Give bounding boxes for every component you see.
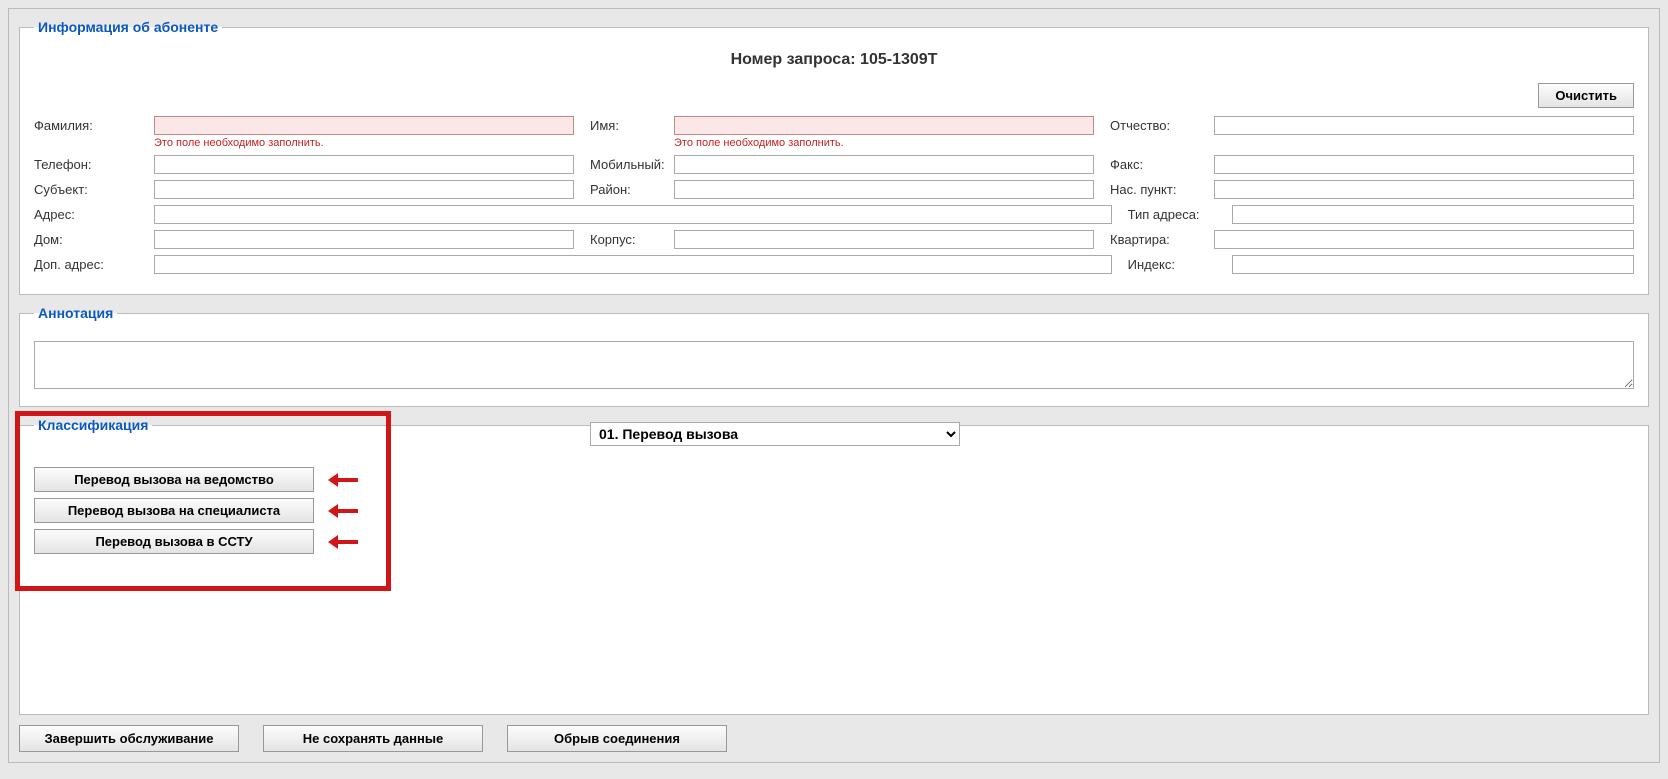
annotation-fieldset: Аннотация: [19, 305, 1649, 407]
label-house: Дом:: [34, 230, 154, 247]
arrow-left-icon: [328, 475, 358, 485]
transfer-to-specialist-button[interactable]: Перевод вызова на специалиста: [34, 498, 314, 523]
clear-button[interactable]: Очистить: [1538, 83, 1634, 108]
name-error: Это поле необходимо заполнить.: [674, 137, 1094, 149]
addr-type-input[interactable]: [1232, 205, 1634, 224]
transfer-to-dept-button[interactable]: Перевод вызова на ведомство: [34, 467, 314, 492]
house-input[interactable]: [154, 230, 574, 249]
locality-input[interactable]: [1214, 180, 1634, 199]
building-input[interactable]: [674, 230, 1094, 249]
surname-error: Это поле необходимо заполнить.: [154, 137, 574, 149]
subscriber-form: Фамилия: Это поле необходимо заполнить. …: [34, 116, 1634, 274]
mobile-input[interactable]: [674, 155, 1094, 174]
label-surname: Фамилия:: [34, 116, 154, 133]
arrow-left-icon: [328, 537, 358, 547]
classification-legend: Классификация: [34, 417, 152, 433]
patronymic-input[interactable]: [1214, 116, 1634, 135]
classification-fieldset: Классификация 01. Перевод вызова Перевод…: [19, 417, 1649, 715]
district-input[interactable]: [674, 180, 1094, 199]
label-addr-type: Тип адреса:: [1112, 205, 1232, 222]
label-flat: Квартира:: [1094, 230, 1214, 247]
label-postcode: Индекс:: [1112, 255, 1232, 272]
label-name: Имя:: [574, 116, 674, 133]
subscriber-legend: Информация об абоненте: [34, 19, 222, 35]
name-input[interactable]: [674, 116, 1094, 135]
label-fax: Факс:: [1094, 155, 1214, 172]
address-input[interactable]: [154, 205, 1112, 224]
label-district: Район:: [574, 180, 674, 197]
flat-input[interactable]: [1214, 230, 1634, 249]
arrow-left-icon: [328, 506, 358, 516]
connection-drop-button[interactable]: Обрыв соединения: [507, 725, 727, 752]
classification-select[interactable]: 01. Перевод вызова: [590, 422, 960, 446]
do-not-save-button[interactable]: Не сохранять данные: [263, 725, 483, 752]
annotation-legend: Аннотация: [34, 305, 117, 321]
transfer-to-sstu-button[interactable]: Перевод вызова в ССТУ: [34, 529, 314, 554]
classification-wrap: Классификация 01. Перевод вызова Перевод…: [19, 417, 1649, 715]
label-locality: Нас. пункт:: [1094, 180, 1214, 197]
label-patronymic: Отчество:: [1094, 116, 1214, 133]
subject-input[interactable]: [154, 180, 574, 199]
postcode-input[interactable]: [1232, 255, 1634, 274]
finish-service-button[interactable]: Завершить обслуживание: [19, 725, 239, 752]
bottom-button-bar: Завершить обслуживание Не сохранять данн…: [19, 725, 1649, 752]
add-address-input[interactable]: [154, 255, 1112, 274]
label-mobile: Мобильный:: [574, 155, 674, 172]
label-subject: Субъект:: [34, 180, 154, 197]
app-container: Информация об абоненте Номер запроса: 10…: [8, 8, 1660, 763]
annotation-textarea[interactable]: [34, 341, 1634, 389]
phone-input[interactable]: [154, 155, 574, 174]
label-address: Адрес:: [34, 205, 154, 222]
label-phone: Телефон:: [34, 155, 154, 172]
fax-input[interactable]: [1214, 155, 1634, 174]
surname-input[interactable]: [154, 116, 574, 135]
label-building: Корпус:: [574, 230, 674, 247]
request-number: Номер запроса: 105-1309Т: [34, 51, 1634, 69]
classification-buttons: Перевод вызова на ведомство Перевод вызо…: [34, 467, 1634, 554]
label-add-address: Доп. адрес:: [34, 255, 154, 272]
subscriber-fieldset: Информация об абоненте Номер запроса: 10…: [19, 19, 1649, 295]
